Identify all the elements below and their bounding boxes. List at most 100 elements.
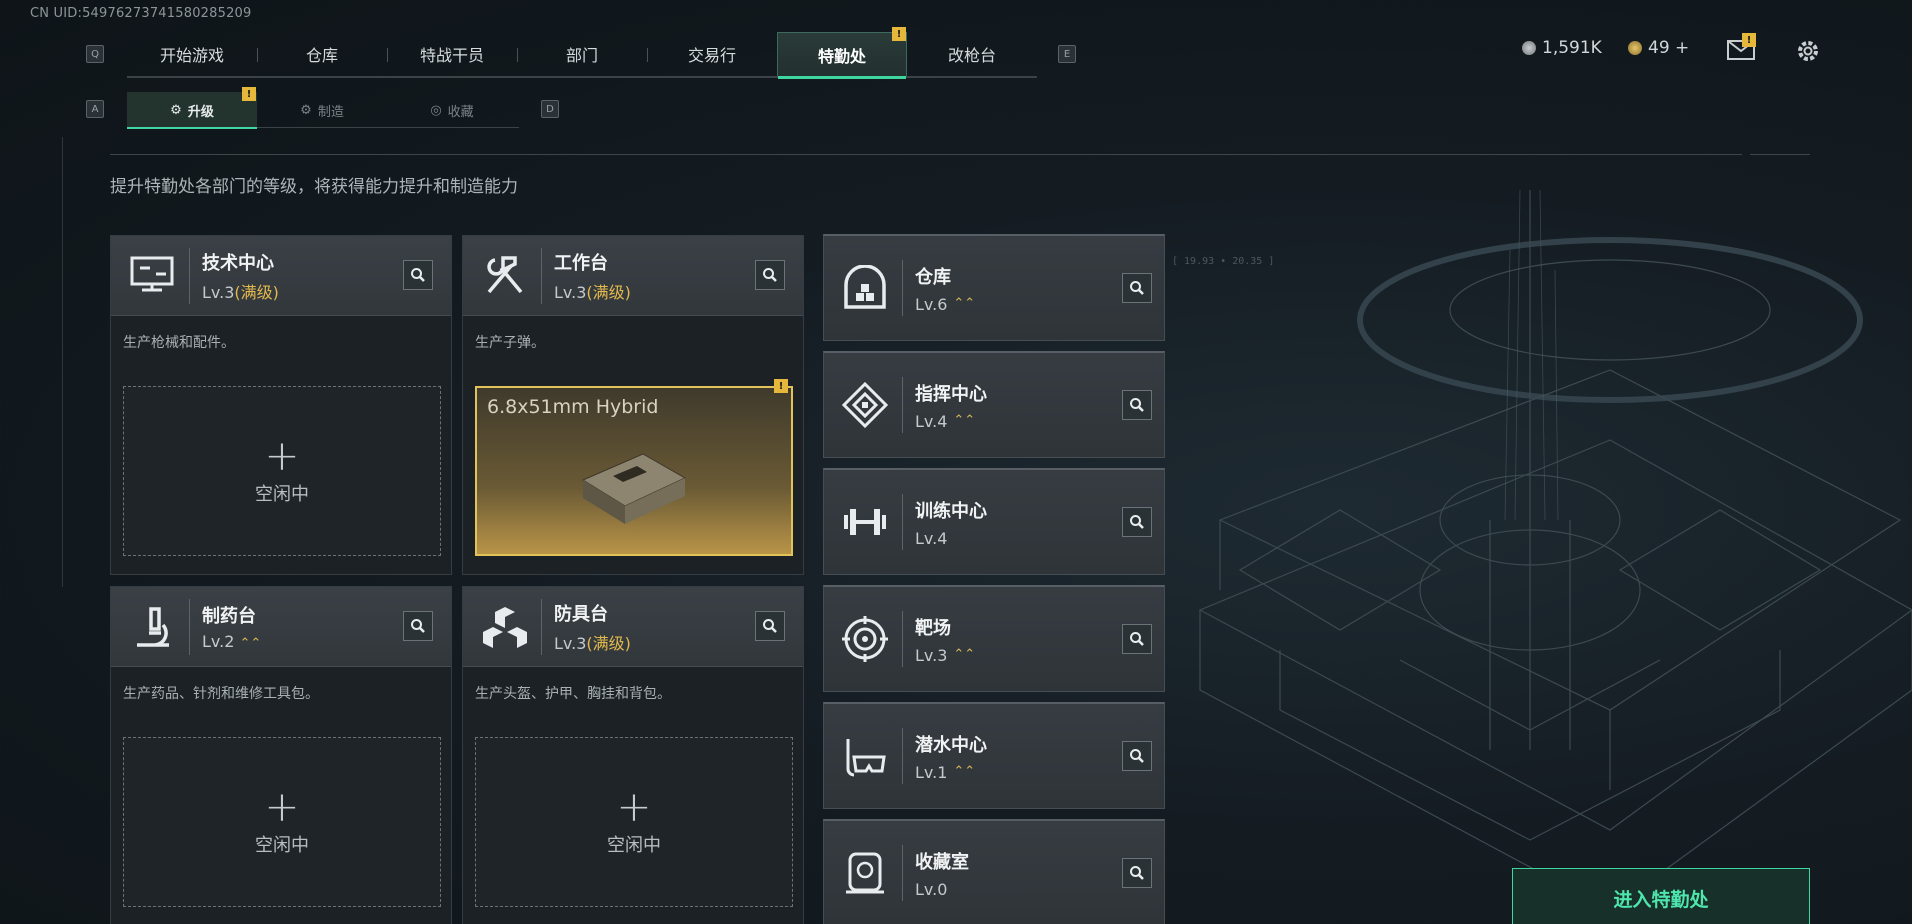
page-description: 提升特勤处各部门的等级，将获得能力提升和制造能力 [110, 177, 518, 197]
enter-special-ops-button[interactable]: 进入特勤处 [1512, 868, 1810, 924]
department-name: 制药台 [202, 606, 256, 627]
max-level-tag: (满级) [234, 282, 279, 302]
department-item-shooting-range[interactable]: 靶场 Lv.3 ⌃⌃ [823, 585, 1165, 692]
upgrade-available-icon: ⌃⌃ [953, 647, 976, 662]
department-name: 训练中心 [915, 500, 987, 522]
search-icon[interactable] [1122, 507, 1152, 537]
frame-line [62, 137, 63, 587]
search-icon[interactable] [755, 260, 785, 290]
department-item-vault[interactable]: 仓库 Lv.6 ⌃⌃ [823, 234, 1165, 341]
subtab-upgrade[interactable]: ⚙ 升级 [127, 92, 257, 129]
subnav-notification-badge: ! [242, 87, 256, 101]
upgrade-available-icon: ⌃⌃ [239, 636, 262, 651]
upgrade-available-icon: ⌃⌃ [953, 296, 976, 311]
target-icon [836, 610, 894, 668]
key-hint-a: A [86, 100, 104, 118]
department-level: Lv.1 [915, 762, 948, 782]
sub-nav: ⚙ 升级 ⚙ 制造 ◎ 收藏 [127, 92, 519, 129]
collection-small-icon: ◎ [430, 102, 442, 118]
divider-right [1750, 154, 1810, 155]
department-item-command-center[interactable]: 指挥中心 Lv.4 ⌃⌃ [823, 351, 1165, 458]
department-item-diving-center[interactable]: 潜水中心 Lv.1 ⌃⌃ [823, 702, 1165, 809]
subtab-collection[interactable]: ◎ 收藏 [387, 92, 517, 128]
search-icon[interactable] [1122, 858, 1152, 888]
tab-start-game[interactable]: 开始游戏 [127, 32, 257, 76]
department-name: 指挥中心 [915, 383, 987, 405]
department-name: 靶场 [915, 617, 951, 639]
tab-operators[interactable]: 特战干员 [387, 32, 517, 76]
search-icon[interactable] [403, 611, 433, 641]
search-icon[interactable] [403, 260, 433, 290]
currency-2-value: 49 + [1648, 38, 1690, 58]
department-level: Lv.4 [915, 411, 948, 431]
department-description: 生产枪械和配件。 [123, 335, 235, 351]
department-card-pharmacy: 制药台 Lv.2 ⌃⌃ 生产药品、针剂和维修工具包。 + 空闲中 [110, 586, 452, 924]
plus-icon: + [616, 782, 652, 831]
department-name: 收藏室 [915, 851, 969, 873]
ammo-box-image [581, 453, 687, 524]
monitor-icon [123, 246, 183, 306]
department-level: Lv.4 [915, 528, 948, 548]
department-name: 仓库 [915, 266, 951, 288]
tab-trade[interactable]: 交易行 [647, 32, 777, 76]
search-icon[interactable] [1122, 273, 1152, 303]
collection-icon [836, 844, 894, 902]
tab-special-ops[interactable]: 特勤处 [777, 32, 907, 79]
production-slot[interactable]: + 空闲中 [123, 386, 441, 556]
slot-idle-label: 空闲中 [255, 484, 309, 505]
search-icon[interactable] [1122, 741, 1152, 771]
department-item-collection-room[interactable]: 收藏室 Lv.0 [823, 819, 1165, 924]
department-item-training-center[interactable]: 训练中心 Lv.4 [823, 468, 1165, 575]
plus-icon: + [264, 782, 300, 831]
key-hint-q: Q [86, 45, 104, 63]
plus-icon: + [264, 431, 300, 480]
cubes-icon [475, 597, 535, 657]
department-card-armor: 防具台 Lv.3(满级) 生产头盔、护甲、胸挂和背包。 + 空闲中 [462, 586, 804, 924]
mail-notification-badge: ! [1742, 33, 1756, 47]
department-level: Lv.2 [202, 632, 235, 651]
gear-icon[interactable] [1795, 38, 1821, 64]
max-level-tag: (满级) [586, 282, 631, 302]
coin-silver-icon [1522, 41, 1536, 55]
department-card-workbench: 工作台 Lv.3(满级) 生产子弹。 6.8x51mm Hybrid ! [462, 235, 804, 575]
hammer-wrench-icon [475, 246, 535, 306]
search-icon[interactable] [1122, 624, 1152, 654]
department-level: Lv.3 [554, 633, 587, 653]
key-hint-d: D [541, 100, 559, 118]
department-name: 潜水中心 [915, 734, 987, 756]
slot-notification-badge: ! [774, 379, 788, 393]
production-slot[interactable]: + 空闲中 [123, 737, 441, 907]
dumbbell-icon [836, 493, 894, 551]
department-name: 防具台 [554, 603, 608, 625]
department-level: Lv.3 [554, 282, 587, 302]
nav-notification-badge: ! [892, 27, 906, 41]
craft-icon: ⚙ [300, 102, 312, 118]
currency-2[interactable]: 49 + [1628, 38, 1689, 58]
production-slot[interactable]: + 空闲中 [475, 737, 793, 907]
divider [110, 154, 1742, 155]
subtab-craft-label: 制造 [317, 104, 344, 120]
tab-gunsmith[interactable]: 改枪台 [907, 32, 1037, 76]
coin-gold-icon [1628, 41, 1642, 55]
currency-1: 1,591K [1522, 38, 1602, 58]
department-card-tech-center: 技术中心 Lv.3(满级) 生产枪械和配件。 + 空闲中 [110, 235, 452, 575]
slot-idle-label: 空闲中 [255, 835, 309, 856]
tab-departments[interactable]: 部门 [517, 32, 647, 76]
upgrade-available-icon: ⌃⌃ [953, 413, 976, 428]
department-level: Lv.3 [915, 645, 948, 665]
facility-wireframe-image [1198, 190, 1912, 911]
search-icon[interactable] [1122, 390, 1152, 420]
microscope-icon [123, 597, 183, 657]
department-level: Lv.6 [915, 294, 948, 314]
user-uid: CN UID:549762737415802852​09 [30, 6, 252, 21]
search-icon[interactable] [755, 611, 785, 641]
department-level: Lv.3 [202, 282, 235, 302]
subtab-upgrade-label: 升级 [187, 104, 214, 120]
department-name: 技术中心 [202, 252, 274, 274]
subtab-craft[interactable]: ⚙ 制造 [257, 92, 387, 128]
tab-warehouse[interactable]: 仓库 [257, 32, 387, 76]
production-slot-active[interactable]: 6.8x51mm Hybrid [475, 386, 793, 556]
diving-mask-icon [836, 727, 894, 785]
upgrade-available-icon: ⌃⌃ [953, 764, 976, 779]
department-name: 工作台 [554, 252, 608, 274]
